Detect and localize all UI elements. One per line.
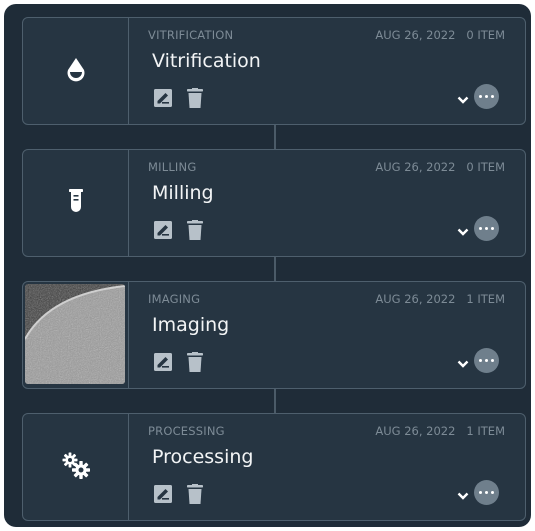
step-icon-cell xyxy=(23,150,129,256)
gears-icon xyxy=(61,451,91,483)
step-actions xyxy=(153,88,203,108)
edit-icon[interactable] xyxy=(153,352,173,372)
step-title: Processing xyxy=(152,446,254,468)
step-actions xyxy=(153,220,203,240)
chevron-down-icon[interactable] xyxy=(457,486,469,505)
step-item-count: 0 ITEM xyxy=(466,160,505,174)
step-card-processing[interactable]: PROCESSING AUG 26, 2022 1 ITEM Processing xyxy=(22,413,526,521)
step-date: AUG 26, 2022 xyxy=(375,292,456,306)
step-connector xyxy=(274,389,276,413)
trash-icon[interactable] xyxy=(187,220,203,240)
step-category: MILLING xyxy=(148,160,197,174)
more-options-button[interactable] xyxy=(474,84,499,109)
step-item-count: 1 ITEM xyxy=(466,292,505,306)
edit-icon[interactable] xyxy=(153,88,173,108)
step-actions xyxy=(153,484,203,504)
step-date: AUG 26, 2022 xyxy=(375,28,456,42)
step-meta: AUG 26, 2022 0 ITEM xyxy=(375,28,505,42)
chevron-down-icon[interactable] xyxy=(457,90,469,109)
edit-icon[interactable] xyxy=(153,484,173,504)
step-card-imaging[interactable]: IMAGING AUG 26, 2022 1 ITEM Imaging xyxy=(22,281,526,389)
test-tube-icon xyxy=(68,189,83,217)
step-item-count: 1 ITEM xyxy=(466,424,505,438)
step-card-vitrification[interactable]: VITRIFICATION AUG 26, 2022 0 ITEM Vitrifi… xyxy=(22,17,526,125)
trash-icon[interactable] xyxy=(187,88,203,108)
droplet-icon xyxy=(63,56,89,86)
micrograph-thumbnail xyxy=(25,284,125,384)
more-options-button[interactable] xyxy=(474,480,499,505)
edit-icon[interactable] xyxy=(153,220,173,240)
step-meta: AUG 26, 2022 1 ITEM xyxy=(375,424,505,438)
step-category: PROCESSING xyxy=(148,424,225,438)
step-connector xyxy=(274,125,276,149)
step-icon-cell xyxy=(23,282,129,388)
more-options-button[interactable] xyxy=(474,348,499,373)
step-title: Imaging xyxy=(152,314,230,336)
step-category: VITRIFICATION xyxy=(148,28,234,42)
step-icon-cell xyxy=(23,18,129,124)
step-meta: AUG 26, 2022 1 ITEM xyxy=(375,292,505,306)
trash-icon[interactable] xyxy=(187,484,203,504)
step-connector xyxy=(274,257,276,281)
step-meta: AUG 26, 2022 0 ITEM xyxy=(375,160,505,174)
trash-icon[interactable] xyxy=(187,352,203,372)
step-category: IMAGING xyxy=(148,292,201,306)
step-title: Milling xyxy=(152,182,214,204)
workflow-panel: VITRIFICATION AUG 26, 2022 0 ITEM Vitrifi… xyxy=(4,4,531,527)
step-actions xyxy=(153,352,203,372)
step-title: Vitrification xyxy=(152,50,261,72)
more-options-button[interactable] xyxy=(474,216,499,241)
step-date: AUG 26, 2022 xyxy=(375,160,456,174)
step-icon-cell xyxy=(23,414,129,520)
step-card-milling[interactable]: MILLING AUG 26, 2022 0 ITEM Milling xyxy=(22,149,526,257)
chevron-down-icon[interactable] xyxy=(457,222,469,241)
chevron-down-icon[interactable] xyxy=(457,354,469,373)
step-item-count: 0 ITEM xyxy=(466,28,505,42)
step-date: AUG 26, 2022 xyxy=(375,424,456,438)
